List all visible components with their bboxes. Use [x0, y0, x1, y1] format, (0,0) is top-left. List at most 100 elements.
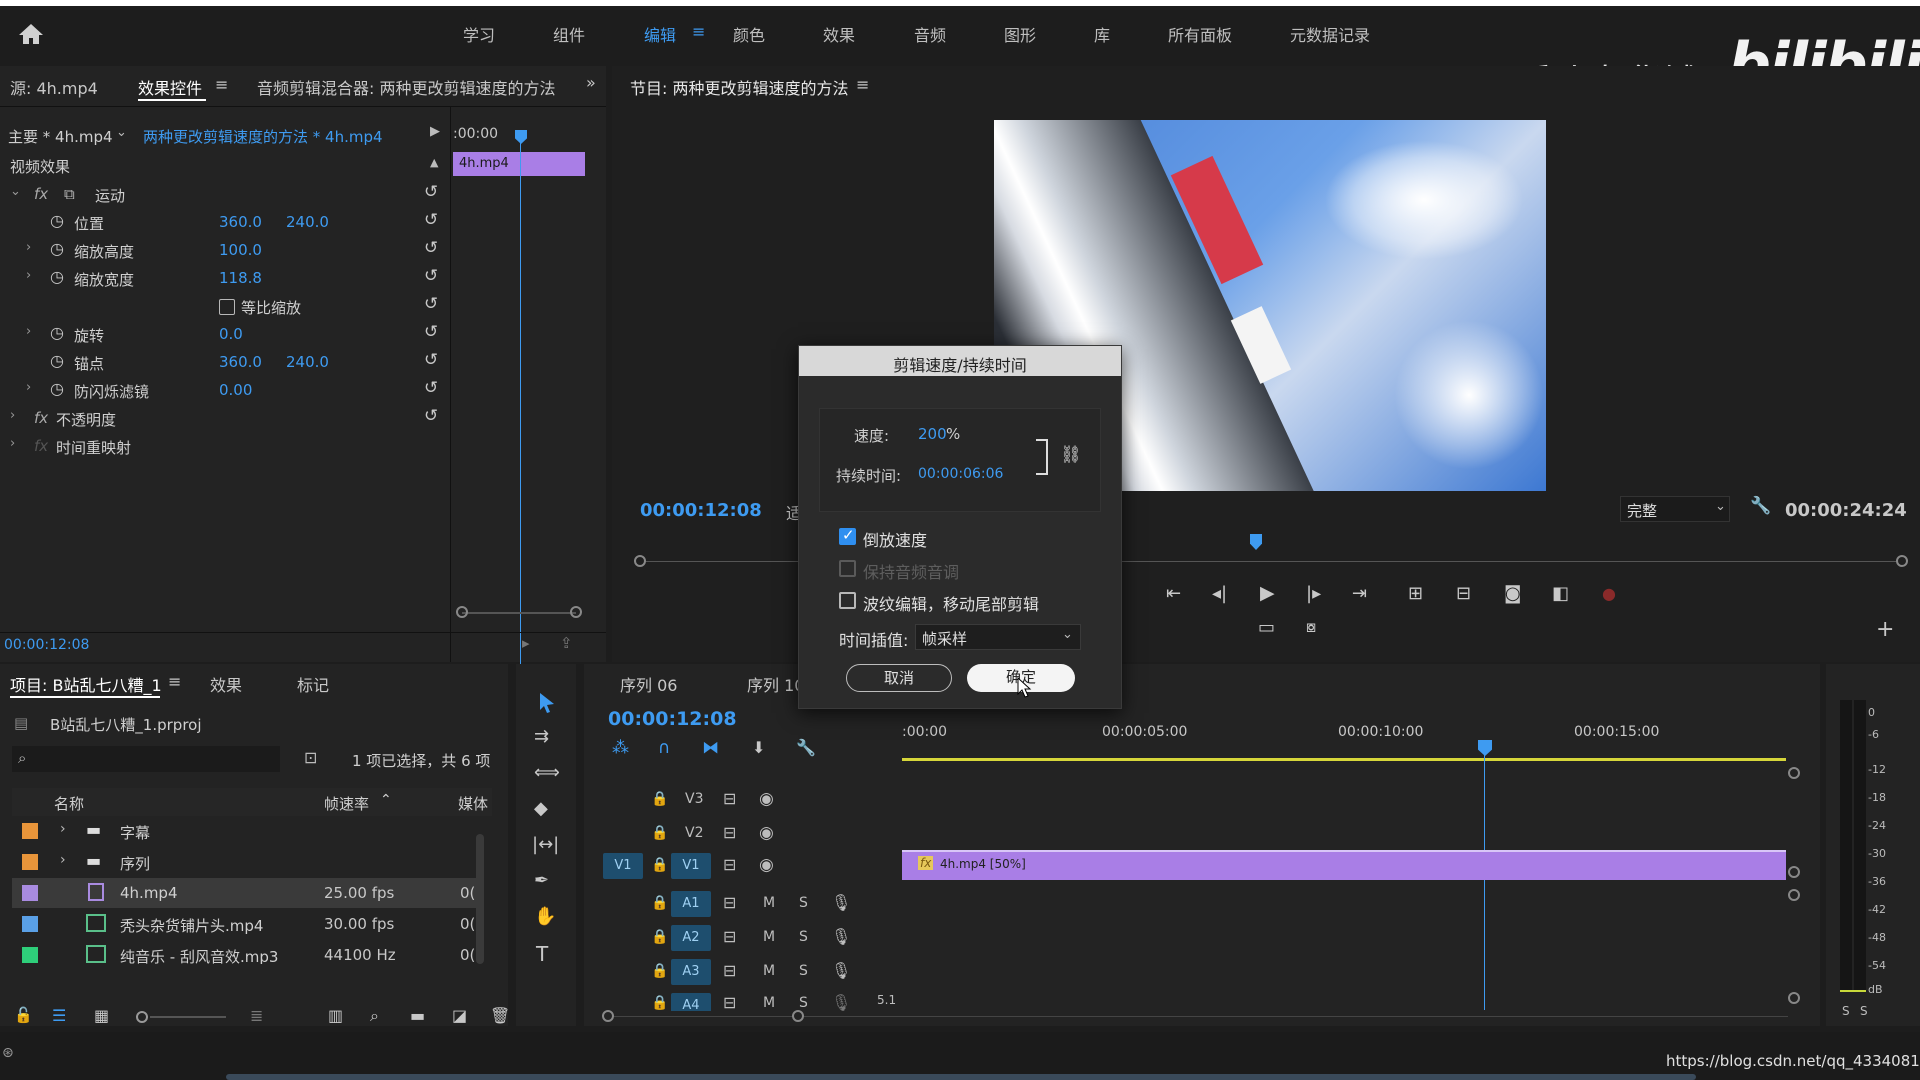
type-tool-icon[interactable]: T — [536, 942, 548, 966]
new-bin-icon[interactable]: ▬ — [410, 1006, 425, 1025]
interp-select[interactable]: 帧采样 ⌄ — [915, 624, 1081, 650]
tab-source[interactable]: 源: 4h.mp4 — [10, 75, 98, 99]
lock-icon[interactable]: 🔒 — [651, 995, 668, 1011]
mic-icon[interactable]: 🎙 — [831, 961, 851, 980]
quality-dropdown[interactable]: 完整 ⌄ — [1620, 496, 1730, 522]
reset-icon[interactable]: ↺ — [424, 210, 438, 230]
slip-tool-icon[interactable]: |↔| — [532, 834, 559, 855]
scroll-handle[interactable] — [1788, 866, 1800, 878]
wrench-icon[interactable]: 🔧 — [1750, 496, 1771, 516]
snap-magnet-icon[interactable]: ∩ — [658, 738, 670, 758]
nav-color[interactable]: 颜色 — [733, 22, 765, 46]
fx-motion-row[interactable]: ⌄ fx ⧉ 运动 ↺ — [0, 180, 450, 208]
filter-icon[interactable]: ▸ — [522, 634, 530, 652]
list-item[interactable]: 秃头杂货铺片头.mp4 30.00 fps 0( — [12, 909, 482, 939]
track-target-a4[interactable]: A4 — [671, 993, 711, 1011]
program-timecode[interactable]: 00:00:12:08 — [640, 500, 762, 521]
track-target-a3[interactable]: A3 — [671, 959, 711, 985]
scroll-handle[interactable] — [1788, 767, 1800, 779]
mic-icon[interactable]: 🎙 — [831, 993, 851, 1011]
scrub-handle-left[interactable] — [634, 555, 646, 567]
new-bin-from-search-icon[interactable]: ⊡ — [304, 748, 317, 767]
expand-icon[interactable]: › — [26, 240, 31, 255]
mute-button[interactable]: M — [763, 895, 775, 911]
anchor-y[interactable]: 240.0 — [286, 353, 329, 371]
sync-lock-icon[interactable]: ⊟ — [723, 993, 736, 1011]
maintain-pitch-checkbox[interactable] — [839, 560, 856, 577]
reset-icon[interactable]: ↺ — [424, 294, 438, 314]
nav-edit[interactable]: 编辑 — [644, 22, 676, 46]
play-icon[interactable]: ▶ — [1260, 582, 1275, 604]
mini-clip[interactable]: 4h.mp4 — [453, 152, 585, 176]
label-color-chip[interactable] — [22, 947, 38, 963]
reset-icon[interactable]: ↺ — [424, 378, 438, 398]
source-patch-v1[interactable]: V1 — [603, 853, 643, 879]
expand-icon[interactable]: › — [60, 852, 66, 868]
reverse-speed-checkbox[interactable] — [839, 526, 856, 545]
effect-panel-timecode[interactable]: 00:00:12:08 — [4, 637, 89, 653]
scroll-handle[interactable] — [1788, 992, 1800, 1004]
col-frame-rate[interactable]: 帧速率 — [324, 793, 369, 814]
zoom-handle-right[interactable] — [792, 1010, 804, 1022]
scroll-handle-left[interactable] — [456, 606, 468, 618]
time-ruler[interactable]: :00:00 00:00:05:00 00:00:10:00 00:00:15:… — [902, 724, 1790, 764]
master-clip-select[interactable]: 主要 * 4h.mp4 — [8, 126, 113, 147]
export-icon[interactable]: ⇪ — [560, 634, 573, 652]
lock-icon[interactable]: 🔒 — [651, 895, 668, 911]
scroll-up-icon[interactable]: ▲ — [430, 156, 438, 169]
lock-icon[interactable]: 🔒 — [651, 963, 668, 979]
list-item[interactable]: › ▬ 序列 — [12, 847, 482, 877]
sort-icon[interactable]: ≣ — [250, 1006, 263, 1025]
mini-scrollbar[interactable] — [462, 612, 576, 614]
label-color-chip[interactable] — [22, 854, 38, 870]
track-select-tool-icon[interactable]: ⇉ — [534, 726, 549, 747]
mute-button[interactable]: M — [763, 963, 775, 979]
new-item-icon[interactable]: ◪ — [452, 1006, 467, 1025]
extract-icon[interactable]: ⊟ — [1456, 583, 1471, 604]
eye-icon[interactable]: ◉ — [759, 855, 774, 875]
timeline-clip-v1[interactable]: fx 4h.mp4 [50%] — [902, 850, 1786, 880]
sync-lock-icon[interactable]: ⊟ — [723, 961, 736, 980]
razor-tool-icon[interactable]: ◆ — [534, 798, 548, 819]
speed-input[interactable]: 200 — [918, 425, 947, 443]
tab-sequence-06[interactable]: 序列 06 — [620, 672, 677, 696]
selection-tool-icon[interactable] — [538, 692, 556, 714]
reset-icon[interactable]: ↺ — [424, 266, 438, 286]
nav-all-panels[interactable]: 所有面板 — [1168, 22, 1232, 46]
expand-icon[interactable]: › — [10, 436, 15, 451]
track-target-v1[interactable]: V1 — [671, 853, 711, 879]
sort-asc-icon[interactable]: ⌃ — [380, 792, 392, 808]
chain-link-icon[interactable]: ⛓ — [1060, 445, 1082, 465]
lock-icon[interactable]: 🔒 — [651, 929, 668, 945]
mute-button[interactable]: M — [763, 995, 775, 1011]
step-forward-icon[interactable]: |▸ — [1306, 583, 1321, 604]
project-search-input[interactable]: ⌕ — [12, 746, 280, 772]
linked-selection-icon[interactable]: ⧓ — [702, 738, 719, 758]
solo-button[interactable]: S — [799, 995, 808, 1011]
cancel-button[interactable]: 取消 — [846, 664, 952, 692]
expand-icon[interactable]: › — [60, 821, 66, 837]
tab-menu-icon[interactable]: ≡ — [215, 75, 228, 94]
step-back-icon[interactable]: ◂| — [1212, 583, 1227, 604]
nav-metadata[interactable]: 元数据记录 — [1290, 22, 1370, 46]
timeline-zoom-bar[interactable] — [608, 1016, 1788, 1017]
sync-lock-icon[interactable]: ⊟ — [723, 823, 736, 842]
safe-margins-icon[interactable]: ▭ — [1258, 617, 1275, 638]
scroll-handle-right[interactable] — [570, 606, 582, 618]
nav-audio[interactable]: 音频 — [914, 22, 946, 46]
compare-icon[interactable]: ◧ — [1552, 583, 1569, 604]
position-y[interactable]: 240.0 — [286, 213, 329, 231]
home-icon[interactable] — [18, 22, 44, 46]
tab-effects[interactable]: 效果 — [210, 672, 242, 696]
eye-icon[interactable]: ◉ — [759, 823, 774, 843]
fx-time-remap-row[interactable]: › fx 时间重映射 — [0, 432, 450, 460]
trash-icon[interactable]: 🗑 — [490, 1006, 510, 1025]
list-item-selected[interactable]: 4h.mp4 25.00 fps 0( — [12, 878, 482, 908]
expand-icon[interactable]: › — [10, 408, 15, 423]
duration-input[interactable]: 00:00:06:06 — [918, 466, 1003, 482]
project-scrollbar[interactable] — [476, 834, 484, 964]
ripple-edit-checkbox[interactable] — [839, 592, 856, 609]
solo-right-button[interactable]: S — [1860, 1004, 1868, 1018]
solo-button[interactable]: S — [799, 895, 808, 911]
zoom-slider[interactable] — [150, 1016, 226, 1018]
